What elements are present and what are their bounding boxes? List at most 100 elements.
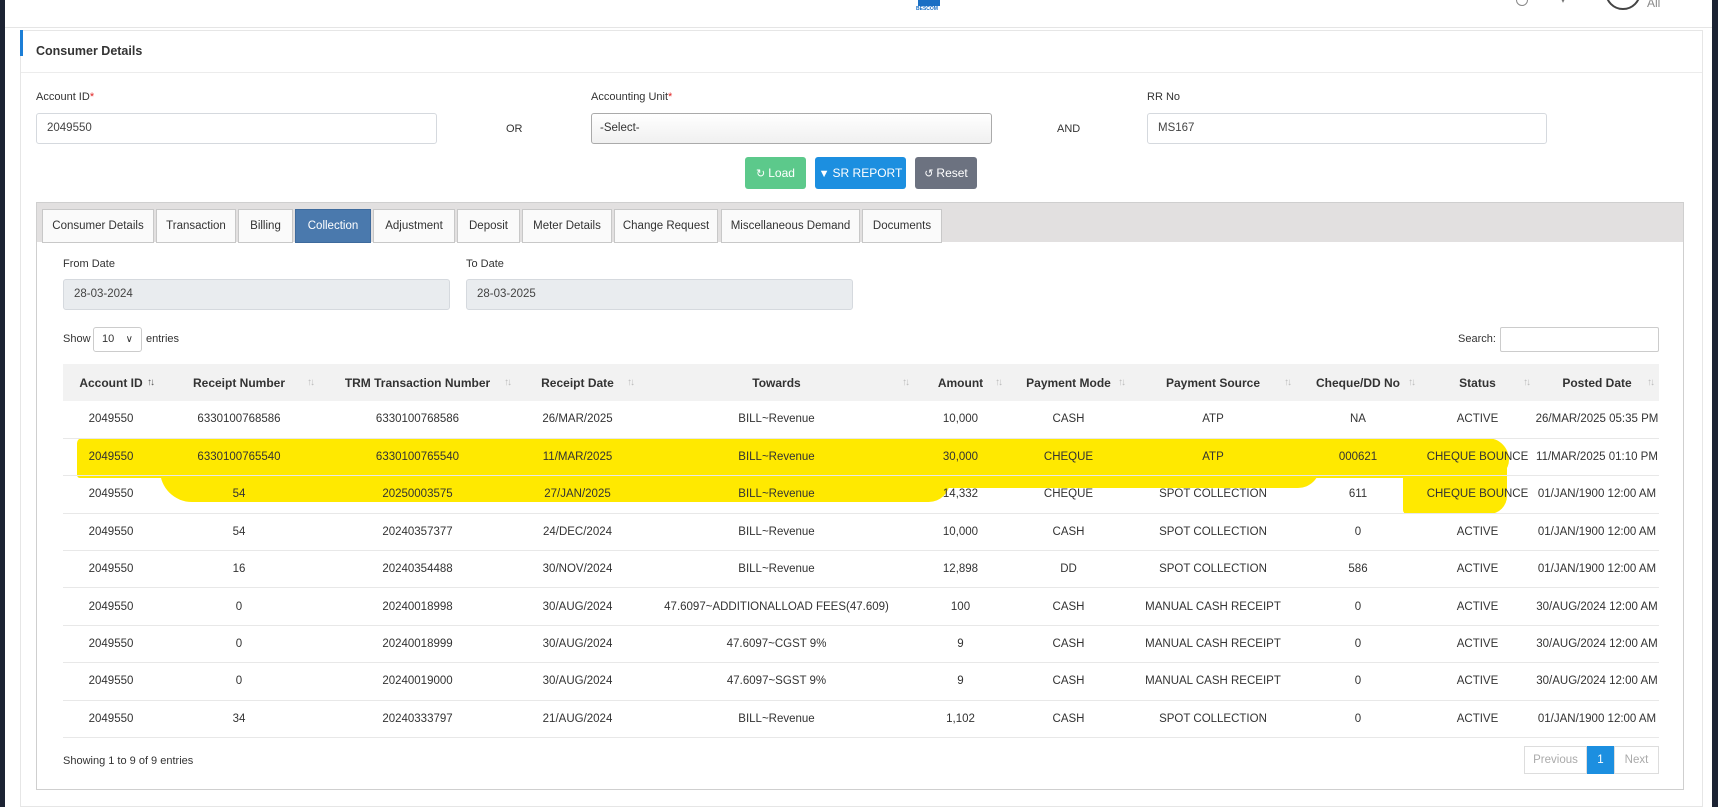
- from-date-input[interactable]: 28-03-2024: [63, 279, 450, 310]
- table-cell: 47.6097~SGST 9%: [639, 662, 914, 701]
- collection-table: Account ID ↑↓ Receipt Number ↑↓ TRM Transa…: [63, 364, 1659, 739]
- rr-no-input[interactable]: MS167: [1147, 113, 1547, 144]
- table-cell: 586: [1296, 550, 1420, 589]
- page-length-select[interactable]: 10 ∨: [93, 327, 142, 352]
- to-date-input[interactable]: 28-03-2025: [466, 279, 853, 310]
- page-1-button[interactable]: 1: [1587, 746, 1614, 774]
- column-header[interactable]: Amount ↑↓: [914, 364, 1007, 401]
- table-cell: 2049550: [63, 550, 159, 589]
- accounting-unit-select[interactable]: -Select-: [591, 113, 992, 144]
- table-cell: 9: [914, 662, 1007, 701]
- column-header[interactable]: Towards ↑↓: [639, 364, 914, 401]
- table-cell: ACTIVE: [1420, 700, 1535, 739]
- tab-miscellaneous-demand[interactable]: Miscellaneous Demand: [721, 209, 860, 243]
- tab-change-request[interactable]: Change Request: [614, 209, 718, 243]
- table-row: 2049550 54 20250003575 27/JAN/2025 BILL~Reve…: [63, 475, 1659, 514]
- table-cell: 30/AUG/2024 12:00 AM: [1535, 625, 1659, 664]
- chevron-down-icon: ∨: [125, 334, 133, 345]
- column-header[interactable]: Receipt Number ↑↓: [159, 364, 319, 401]
- table-cell: 0: [1296, 513, 1420, 552]
- logo-text: BESCOM: [916, 6, 938, 12]
- table-row: 2049550 16 20240354488 30/NOV/2024 BILL~Reve…: [63, 550, 1659, 589]
- table-cell: 6330100765540: [159, 438, 319, 477]
- table-cell: CASH: [1007, 513, 1130, 552]
- sort-icon: ↑↓: [995, 377, 1003, 388]
- chevron-down-icon[interactable]: ▾: [1561, 0, 1569, 5]
- tab-documents[interactable]: Documents: [862, 209, 942, 243]
- search-input[interactable]: [1500, 327, 1659, 352]
- table-row: 2049550 0 20240018998 30/AUG/2024 47.6097~AD…: [63, 587, 1659, 626]
- previous-page-button[interactable]: Previous: [1524, 746, 1587, 774]
- column-header[interactable]: Account ID ↑↓: [63, 364, 159, 401]
- table-cell: 0: [159, 587, 319, 626]
- sort-icon: ↑↓: [1523, 377, 1531, 388]
- table-cell: DD: [1007, 550, 1130, 589]
- column-header[interactable]: Payment Source ↑↓: [1130, 364, 1296, 401]
- table-cell: 2049550: [63, 662, 159, 701]
- table-cell: 01/JAN/1900 12:00 AM: [1535, 513, 1659, 552]
- table-cell: CASH: [1007, 625, 1130, 664]
- column-header[interactable]: TRM Transaction Number ↑↓: [319, 364, 516, 401]
- tab-transaction[interactable]: Transaction: [156, 209, 236, 243]
- table-cell: 2049550: [63, 625, 159, 664]
- table-cell: MANUAL CASH RECEIPT: [1130, 662, 1296, 701]
- bescom-logo[interactable]: BESCOM: [916, 0, 946, 12]
- all-label[interactable]: All: [1647, 0, 1660, 10]
- sort-icon: ↑↓: [504, 377, 512, 388]
- show-label: Show: [63, 333, 91, 345]
- tab-collection[interactable]: Collection: [295, 209, 371, 243]
- tab-consumer-details[interactable]: Consumer Details: [42, 209, 154, 243]
- table-cell: ACTIVE: [1420, 625, 1535, 664]
- accounting-unit-label: Accounting Unit*: [591, 91, 673, 103]
- table-cell: SPOT COLLECTION: [1130, 513, 1296, 552]
- table-cell: MANUAL CASH RECEIPT: [1130, 587, 1296, 626]
- table-cell: ACTIVE: [1420, 550, 1535, 589]
- account-id-input[interactable]: 2049550: [36, 113, 437, 144]
- from-date-label: From Date: [63, 258, 115, 270]
- entries-label: entries: [146, 333, 180, 345]
- rr-no-label: RR No: [1147, 91, 1181, 103]
- table-cell: CHEQUE: [1007, 438, 1130, 477]
- table-cell: SPOT COLLECTION: [1130, 550, 1296, 589]
- table-row: 2049550 0 20240018999 30/AUG/2024 47.6097~CG…: [63, 625, 1659, 664]
- sr-report-button[interactable]: ▼ SR REPORT: [815, 157, 906, 189]
- table-cell: 01/JAN/1900 12:00 AM: [1535, 700, 1659, 739]
- table-cell: 54: [159, 513, 319, 552]
- table-cell: 16: [159, 550, 319, 589]
- notification-icon[interactable]: [1516, 0, 1528, 6]
- column-header[interactable]: Receipt Date ↑↓: [516, 364, 639, 401]
- left-sidebar-edge: [0, 0, 5, 807]
- table-cell: 54: [159, 475, 319, 514]
- column-header[interactable]: Status ↑↓: [1420, 364, 1535, 401]
- divider: [21, 72, 1702, 73]
- tab-meter-details[interactable]: Meter Details: [522, 209, 612, 243]
- table-cell: ACTIVE: [1420, 401, 1535, 439]
- tab-deposit[interactable]: Deposit: [457, 209, 520, 243]
- user-avatar-icon[interactable]: [1605, 0, 1641, 10]
- table-cell: CASH: [1007, 662, 1130, 701]
- sort-icon: ↑↓: [902, 377, 910, 388]
- download-icon: ▼: [818, 168, 830, 180]
- table-cell: 20240354488: [319, 550, 516, 589]
- table-info: Showing 1 to 9 of 9 entries: [63, 755, 194, 767]
- table-cell: 30/AUG/2024: [516, 587, 639, 626]
- next-page-button[interactable]: Next: [1614, 746, 1659, 774]
- column-header[interactable]: Payment Mode ↑↓: [1007, 364, 1130, 401]
- table-cell: CHEQUE BOUNCE: [1420, 438, 1535, 477]
- column-header[interactable]: Cheque/DD No ↑↓: [1296, 364, 1420, 401]
- account-id-label: Account ID*: [36, 91, 95, 103]
- or-label: OR: [506, 123, 523, 135]
- search-label: Search:: [1458, 333, 1496, 345]
- reset-button[interactable]: ↺ Reset: [915, 157, 977, 189]
- table-cell: 11/MAR/2025: [516, 438, 639, 477]
- table-cell: 26/MAR/2025 05:35 PM: [1535, 401, 1659, 439]
- column-header[interactable]: Posted Date ↑↓: [1535, 364, 1659, 401]
- tab-billing[interactable]: Billing: [238, 209, 293, 243]
- load-button[interactable]: ↻ Load: [745, 157, 806, 189]
- table-cell: 0: [159, 625, 319, 664]
- tab-adjustment[interactable]: Adjustment: [373, 209, 455, 243]
- table-cell: 100: [914, 587, 1007, 626]
- table-cell: 20250003575: [319, 475, 516, 514]
- table-header-row: Account ID ↑↓ Receipt Number ↑↓ TRM Transa…: [63, 364, 1659, 401]
- table-cell: 000621: [1296, 438, 1420, 477]
